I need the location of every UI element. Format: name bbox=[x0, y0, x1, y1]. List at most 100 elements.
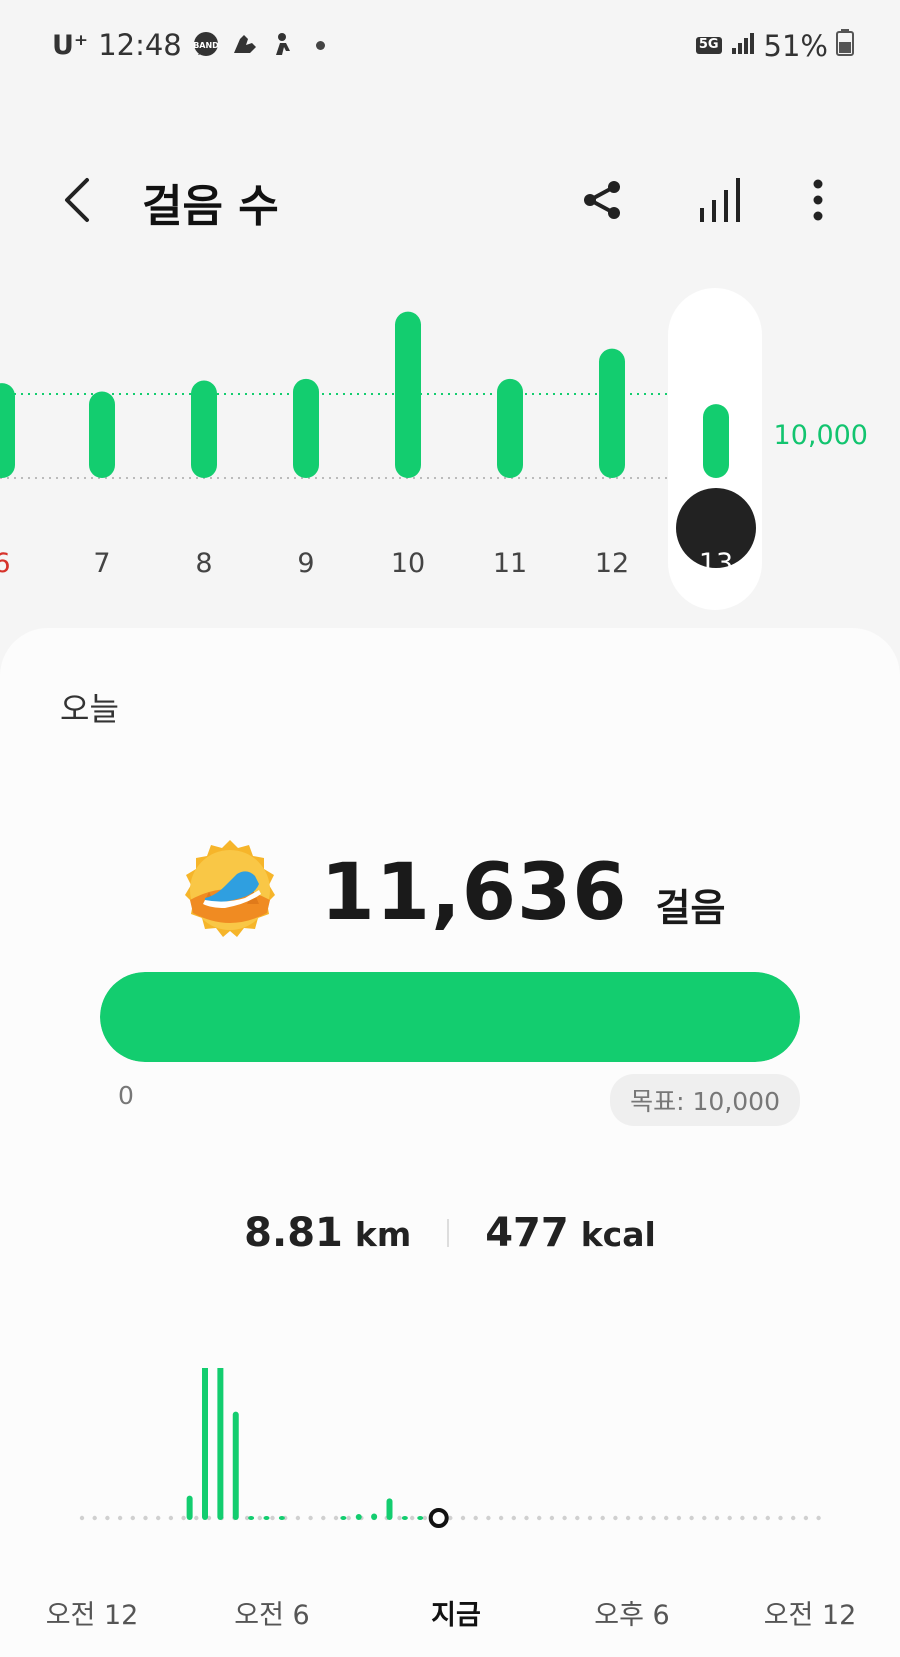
baseline-dot bbox=[816, 1515, 821, 1521]
carrier-label: U⁺ bbox=[52, 29, 89, 61]
share-button[interactable] bbox=[574, 172, 630, 228]
baseline-dot bbox=[168, 1515, 174, 1521]
baseline-dot bbox=[625, 1515, 631, 1521]
baseline-dot bbox=[537, 1515, 542, 1521]
section-label-today: 오늘 bbox=[60, 690, 119, 728]
baseline-dot bbox=[460, 1515, 466, 1521]
day-label-10[interactable]: 10 bbox=[378, 548, 438, 579]
baseline-dot bbox=[448, 1515, 453, 1521]
baseline-dot bbox=[511, 1515, 516, 1521]
daily-bar-12[interactable] bbox=[599, 348, 625, 478]
daily-bar-11[interactable] bbox=[497, 378, 523, 478]
app-header: 걸음 수 bbox=[0, 150, 900, 250]
baseline-dot bbox=[664, 1515, 669, 1521]
hourly-axis-label-now: 지금 bbox=[431, 1600, 481, 1631]
baseline-dot bbox=[752, 1515, 758, 1521]
baseline-dot bbox=[333, 1515, 339, 1521]
daily-steps-chart[interactable]: 10,000 6 7 8 9 10 11 12 13 bbox=[0, 270, 900, 610]
clock: 12:48 bbox=[98, 28, 182, 62]
daily-chart-svg bbox=[0, 311, 756, 568]
band-icon: BAND bbox=[192, 31, 220, 59]
baseline-dot bbox=[613, 1515, 618, 1521]
hourly-bar bbox=[401, 1516, 408, 1520]
daily-bar-13[interactable] bbox=[703, 404, 729, 478]
status-left: U⁺ 12:48 BAND bbox=[52, 28, 325, 62]
distance-value: 8.81 bbox=[244, 1210, 343, 1256]
battery-icon bbox=[836, 28, 854, 63]
goal-line-label: 10,000 bbox=[773, 420, 868, 451]
day-label-9[interactable]: 9 bbox=[276, 548, 336, 579]
baseline-dot bbox=[587, 1515, 593, 1521]
running-shoe-icon bbox=[230, 31, 258, 59]
day-label-12[interactable]: 12 bbox=[582, 548, 642, 579]
baseline-dot bbox=[498, 1515, 504, 1521]
baseline-dot bbox=[79, 1515, 85, 1521]
battery-percent: 51% bbox=[763, 28, 828, 63]
baseline-dot bbox=[143, 1515, 148, 1521]
baseline-dot bbox=[486, 1515, 491, 1521]
hourly-bar bbox=[371, 1513, 378, 1520]
hourly-axis-label: 오전 6 bbox=[234, 1600, 310, 1631]
baseline-dot bbox=[549, 1515, 555, 1521]
hourly-axis-label: 오후 6 bbox=[594, 1600, 670, 1631]
more-options-button[interactable] bbox=[790, 172, 846, 228]
status-bar: U⁺ 12:48 BAND 5G 51% bbox=[0, 0, 900, 100]
page-title: 걸음 수 bbox=[142, 181, 279, 232]
baseline-dot bbox=[295, 1515, 301, 1521]
goal-badge[interactable]: 목표: 10,000 bbox=[610, 1074, 800, 1126]
step-count-row: 11,636 걸음 bbox=[0, 838, 900, 948]
hourly-bar bbox=[217, 1368, 224, 1520]
hourly-axis-label: 오전 12 bbox=[45, 1600, 139, 1631]
more-icon bbox=[813, 179, 823, 221]
baseline-dot bbox=[638, 1515, 643, 1521]
step-count-unit: 걸음 bbox=[655, 885, 726, 930]
hourly-bar bbox=[278, 1516, 285, 1520]
baseline-dot bbox=[257, 1515, 262, 1521]
baseline-dot bbox=[702, 1515, 707, 1521]
baseline-dot bbox=[397, 1515, 402, 1521]
back-button[interactable] bbox=[56, 172, 96, 228]
daily-bar-7[interactable] bbox=[89, 391, 115, 478]
baseline-dot bbox=[714, 1515, 720, 1521]
hourly-bar bbox=[232, 1411, 239, 1520]
progress-min-label: 0 bbox=[118, 1081, 134, 1110]
calories-unit: kcal bbox=[580, 1215, 656, 1254]
baseline-dot bbox=[765, 1515, 770, 1521]
baseline-dot bbox=[346, 1515, 351, 1521]
baseline-dot bbox=[156, 1515, 161, 1521]
hourly-bar bbox=[263, 1516, 270, 1520]
day-label-7[interactable]: 7 bbox=[72, 548, 132, 579]
today-stats: 8.81 km 477 kcal bbox=[0, 1210, 900, 1256]
more-notifications-dot bbox=[315, 40, 325, 50]
hourly-steps-chart[interactable]: 오전 12 오전 6 지금 오후 6 오전 12 bbox=[0, 1368, 900, 1631]
baseline-dot bbox=[651, 1515, 656, 1521]
hourly-bar bbox=[417, 1516, 424, 1520]
day-label-11[interactable]: 11 bbox=[480, 548, 540, 579]
daily-bar-8[interactable] bbox=[191, 380, 217, 478]
baseline-dot bbox=[676, 1515, 682, 1521]
baseline-dot bbox=[181, 1515, 186, 1521]
stats-divider bbox=[447, 1219, 450, 1247]
baseline-dot bbox=[105, 1515, 110, 1521]
daily-bar-10[interactable] bbox=[395, 311, 421, 478]
hourly-axis-label: 오전 12 bbox=[763, 1600, 857, 1631]
daily-bar-6[interactable] bbox=[0, 383, 15, 478]
day-label-8[interactable]: 8 bbox=[174, 548, 234, 579]
baseline-dot bbox=[117, 1515, 123, 1521]
daily-bar-9[interactable] bbox=[293, 378, 319, 478]
baseline-dot bbox=[92, 1515, 97, 1521]
day-label-13[interactable]: 13 bbox=[686, 548, 746, 579]
step-progress-bar bbox=[100, 972, 800, 1062]
baseline-dot bbox=[778, 1515, 783, 1521]
distance-unit: km bbox=[354, 1215, 412, 1254]
day-label-6[interactable]: 6 bbox=[0, 548, 32, 579]
baseline-dot bbox=[194, 1515, 199, 1521]
today-card: 오늘 11,636 걸음 0 목표: 10,000 8.81 km 477 kc… bbox=[0, 628, 900, 1657]
baseline-dot bbox=[308, 1515, 313, 1521]
back-arrow-icon bbox=[65, 178, 89, 222]
walking-person-icon bbox=[268, 31, 296, 59]
current-time-marker bbox=[428, 1508, 449, 1528]
hourly-bar bbox=[340, 1516, 347, 1520]
baseline-dot bbox=[575, 1515, 580, 1521]
baseline-dot bbox=[791, 1515, 796, 1521]
